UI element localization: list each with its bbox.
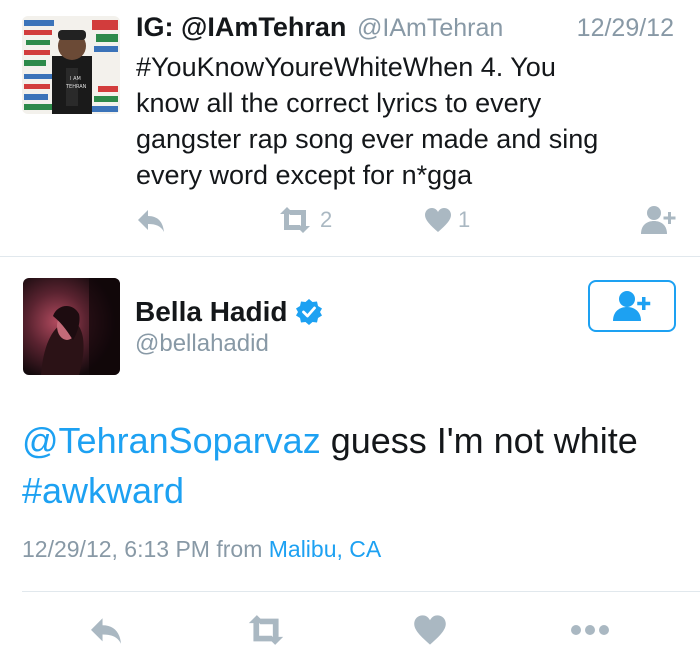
- follow-icon: [613, 291, 651, 321]
- author-name[interactable]: IG: @IAmTehran: [136, 12, 346, 43]
- timeline-tweet[interactable]: I AM TEHRAN IG: @IAmTehran @IAmTehran 12…: [0, 0, 700, 256]
- tweet-text: #YouKnowYoureWhiteWhen 4. You know all t…: [136, 52, 599, 190]
- tweet-text-main: guess I'm not white: [320, 420, 638, 461]
- avatar-image: [23, 278, 120, 375]
- reply-icon: [138, 210, 164, 232]
- follow-icon: [641, 206, 676, 234]
- like-button[interactable]: 1: [424, 207, 470, 233]
- author-handle[interactable]: @IAmTehran: [357, 14, 503, 43]
- svg-text:I AM: I AM: [70, 76, 81, 82]
- like-button[interactable]: [413, 614, 447, 646]
- more-button[interactable]: [570, 624, 610, 636]
- avatar-image: I AM TEHRAN: [22, 16, 120, 114]
- tweet-date[interactable]: 12/29/12: [577, 14, 674, 43]
- tweet-text: @TehranSoparvaz guess I'm not white #awk…: [22, 416, 682, 516]
- follow-button[interactable]: [588, 280, 676, 332]
- reply-button[interactable]: [88, 616, 124, 646]
- heart-icon: [414, 615, 446, 645]
- author-handle[interactable]: @bellahadid: [135, 330, 269, 358]
- more-icon: [571, 625, 609, 635]
- author-name-row[interactable]: Bella Hadid: [135, 296, 323, 328]
- tweet-meta: 12/29/12, 6:13 PM from Malibu, CA: [22, 536, 381, 563]
- tweet-actions: 2 1: [0, 204, 700, 240]
- like-count: 1: [458, 207, 471, 232]
- retweet-icon: [280, 207, 310, 233]
- follow-button[interactable]: [640, 204, 678, 236]
- avatar[interactable]: [23, 278, 120, 375]
- tweet-actions: [0, 610, 700, 654]
- tweet-timestamp[interactable]: 12/29/12, 6:13 PM from: [22, 536, 262, 562]
- retweet-icon: [248, 615, 284, 645]
- mention-link[interactable]: @TehranSoparvaz: [22, 420, 321, 461]
- hashtag-link[interactable]: #awkward: [22, 470, 184, 511]
- divider: [0, 256, 700, 257]
- avatar[interactable]: I AM TEHRAN: [22, 16, 120, 114]
- reply-icon: [91, 618, 121, 644]
- verified-badge-icon: [296, 299, 323, 325]
- divider: [22, 591, 700, 592]
- author-name[interactable]: Bella Hadid: [135, 296, 287, 328]
- location-link[interactable]: Malibu, CA: [269, 536, 381, 562]
- heart-icon: [425, 208, 451, 232]
- retweet-count: 2: [320, 207, 333, 232]
- retweet-button[interactable]: 2: [276, 206, 332, 234]
- svg-text:TEHRAN: TEHRAN: [65, 84, 87, 90]
- reply-button[interactable]: [136, 208, 166, 234]
- retweet-button[interactable]: [244, 614, 288, 646]
